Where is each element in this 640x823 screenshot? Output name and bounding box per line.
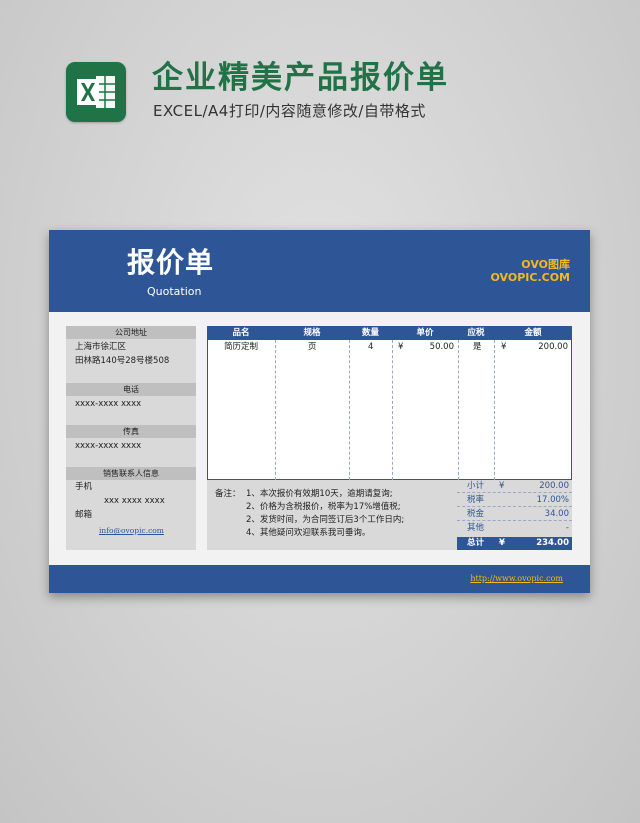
tax-amount-value: 34.00 <box>544 509 569 519</box>
doc-subtitle: Quotation <box>147 285 202 298</box>
table-header: 品名 规格 数量 单价 应税 金额 <box>207 326 572 340</box>
note-line: 2、价格为含税报价，税率为17%增值税; <box>246 502 401 512</box>
tax-rate-label: 税率 <box>467 495 485 505</box>
other-label: 其他 <box>467 523 485 533</box>
total-value: 234.00 <box>536 538 569 548</box>
doc-title: 报价单 <box>127 246 215 279</box>
excel-icon <box>66 62 126 122</box>
col-divider <box>275 340 276 480</box>
row-1-price: 50.00 <box>429 342 454 352</box>
note-line: 2、发货时间，为合同签订后3个工作日内; <box>246 515 405 525</box>
row-1-price-currency: ¥ <box>398 342 404 352</box>
other-value: - <box>565 523 569 533</box>
tax-amount-row: 税金 34.00 <box>457 508 572 521</box>
row-1-name: 简历定制 <box>224 342 259 352</box>
total-currency: ¥ <box>499 538 505 548</box>
address-line-1: 上海市徐汇区 <box>75 342 127 352</box>
note-line: 1、本次报价有效期10天，逾期请复询; <box>246 489 393 499</box>
address-line-2: 田林路140号28号楼508 <box>75 356 170 366</box>
totals-section: 小计 ¥ 200.00 税率 17.00% 税金 34.00 其他 - 总计 ¥… <box>457 480 572 550</box>
subtotal-currency: ¥ <box>499 481 505 491</box>
table-body: 简历定制 页 4 ¥ 50.00 是 ¥ 200.00 <box>207 340 572 480</box>
note-line: 4、其他疑问欢迎联系我司垂询。 <box>246 528 371 538</box>
col-header-spec: 规格 <box>303 328 321 338</box>
col-divider <box>494 340 495 480</box>
sheet-header: 报价单 Quotation OVO图库 OVOPIC.COM <box>49 230 590 312</box>
col-header-price: 单价 <box>416 328 434 338</box>
phone-value: xxxx-xxxx xxxx <box>75 399 142 409</box>
total-label: 总计 <box>467 538 485 548</box>
tax-rate-value: 17.00% <box>536 495 569 505</box>
subtotal-value: 200.00 <box>539 481 569 491</box>
sales-contact-label: 销售联系人信息 <box>66 467 196 480</box>
website-link[interactable]: http://www.ovopic.com <box>470 573 563 584</box>
col-header-name: 品名 <box>232 328 250 338</box>
notes-label: 备注： <box>215 489 241 499</box>
col-divider <box>458 340 459 480</box>
row-1-amount-currency: ¥ <box>501 342 507 352</box>
col-divider <box>349 340 350 480</box>
subtotal-row: 小计 ¥ 200.00 <box>457 480 572 493</box>
col-header-amount: 金额 <box>524 328 542 338</box>
mobile-label: 手机 <box>75 482 93 492</box>
tax-rate-row: 税率 17.00% <box>457 494 572 507</box>
company-info-panel: 公司地址 上海市徐汇区 田林路140号28号楼508 电话 xxxx-xxxx … <box>66 326 196 550</box>
notes-section: 备注： 1、本次报价有效期10天，逾期请复询; 2、价格为含税报价，税率为17%… <box>207 480 457 550</box>
col-header-qty: 数量 <box>361 328 379 338</box>
email-label: 邮箱 <box>75 510 93 520</box>
tax-amount-label: 税金 <box>467 509 485 519</box>
promo-title: 企业精美产品报价单 <box>152 60 449 96</box>
mobile-value: xxx xxxx xxxx <box>104 496 165 506</box>
promo-subtitle: EXCEL/A4打印/内容随意修改/自带格式 <box>153 102 426 120</box>
brand-name: OVO图库 <box>521 258 570 271</box>
sheet-footer: http://www.ovopic.com <box>49 565 590 593</box>
quotation-sheet: 报价单 Quotation OVO图库 OVOPIC.COM 公司地址 上海市徐… <box>49 230 590 593</box>
row-1-taxable: 是 <box>473 342 482 352</box>
brand-domain: OVOPIC.COM <box>490 271 570 284</box>
subtotal-label: 小计 <box>467 481 485 491</box>
email-link[interactable]: info@ovopic.com <box>99 525 164 536</box>
row-1-spec: 页 <box>308 342 317 352</box>
col-divider <box>392 340 393 480</box>
fax-value: xxxx-xxxx xxxx <box>75 441 142 451</box>
fax-label: 传真 <box>66 425 196 438</box>
row-1-amount: 200.00 <box>538 342 568 352</box>
phone-label: 电话 <box>66 383 196 396</box>
other-row: 其他 - <box>457 522 572 535</box>
row-1-qty: 4 <box>368 342 374 352</box>
col-header-taxable: 应税 <box>467 328 485 338</box>
grand-total-row: 总计 ¥ 234.00 <box>457 537 572 550</box>
items-table: 品名 规格 数量 单价 应税 金额 简历定制 页 4 ¥ 50.00 是 ¥ 2… <box>207 326 572 550</box>
address-label: 公司地址 <box>66 326 196 339</box>
